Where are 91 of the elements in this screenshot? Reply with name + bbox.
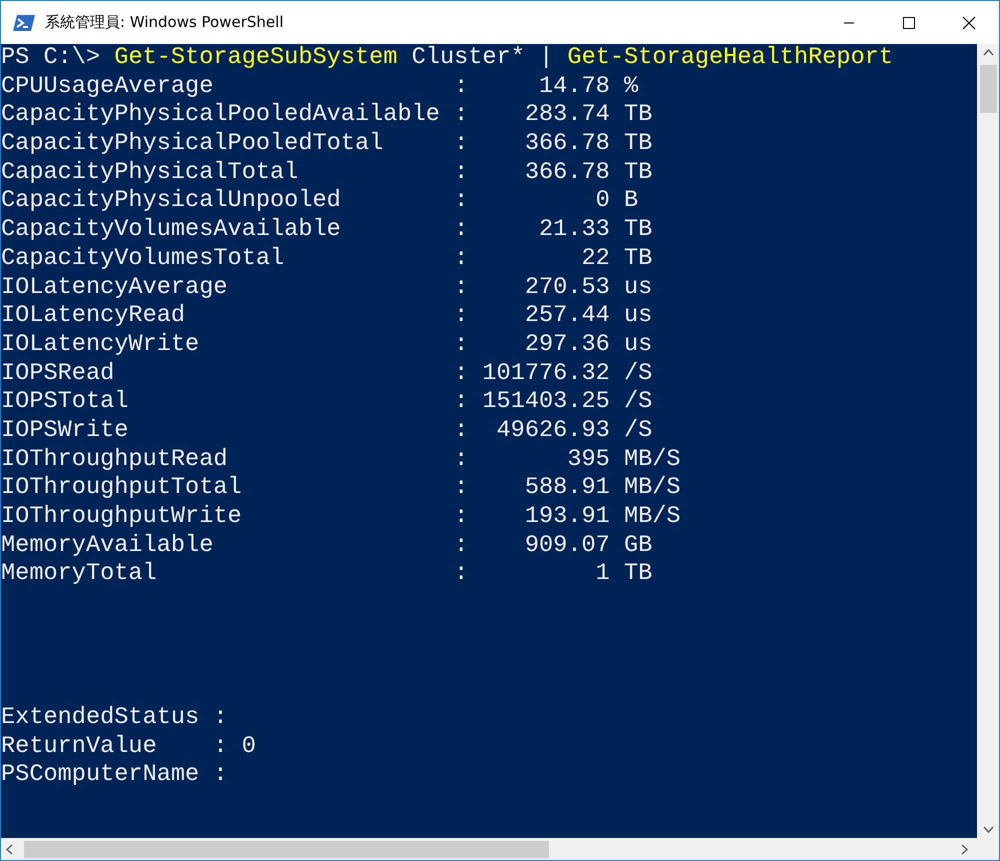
command-token: Get-StorageSubSystem [114, 44, 398, 73]
property-value: 22 [580, 244, 610, 274]
colon: : [454, 302, 470, 331]
property-name: IOPSRead [1, 360, 116, 388]
property-name: CapacityVolumesAvailable [1, 216, 342, 245]
property-name: CapacityVolumesTotal [1, 244, 286, 274]
property-name: CapacityPhysicalTotal [1, 158, 300, 188]
scrollbar-thumb[interactable] [980, 65, 996, 113]
property-name: IOPSWrite [1, 416, 130, 446]
unit: us [624, 274, 652, 302]
unit: GB [624, 532, 652, 560]
colon: : [454, 360, 470, 388]
unit: TB [624, 216, 652, 245]
unit: TB [624, 101, 652, 130]
colon: : [454, 101, 470, 130]
unit: TB [624, 560, 652, 590]
property-name: IOPSTotal [1, 388, 130, 417]
property-value: 49626.93 [496, 416, 610, 446]
property-name: CapacityPhysicalPooledAvailable [1, 101, 441, 130]
unit: MB/S [624, 446, 681, 474]
colon: : [213, 761, 229, 790]
property-value: 588.91 [524, 474, 610, 504]
property-value: 366.78 [524, 130, 610, 159]
colon: : [454, 446, 470, 474]
command-token: | [539, 44, 554, 73]
scrollbar-thumb[interactable] [24, 840, 549, 858]
property-name: ExtendedStatus [1, 704, 200, 733]
property-name: IOLatencyWrite [1, 330, 200, 360]
property-value: 395 [566, 446, 610, 474]
prompt: PS C:\> [1, 44, 102, 73]
colon: : [454, 388, 470, 417]
colon: : [454, 274, 470, 302]
property-value: 297.36 [524, 330, 610, 360]
property-value: 14.78 [538, 72, 610, 102]
unit: /S [624, 360, 652, 388]
colon: : [454, 532, 470, 560]
maximize-icon [902, 16, 916, 30]
command-token: Get-StorageHealthReport [567, 44, 894, 73]
property-name: PSComputerName [1, 761, 200, 790]
command-token: Cluster* [412, 44, 526, 73]
unit: MB/S [624, 503, 681, 532]
colon: : [454, 216, 470, 245]
unit: /S [624, 388, 652, 417]
property-value: 366.78 [524, 158, 610, 188]
property-name: CPUUsageAverage [1, 72, 214, 102]
unit: us [624, 302, 652, 331]
colon: : [454, 187, 470, 216]
colon: : [454, 158, 470, 188]
property-value: 101776.32 [482, 360, 610, 388]
property-name: CapacityPhysicalUnpooled [1, 187, 342, 216]
property-name: MemoryAvailable [1, 532, 214, 560]
property-value: 0 [242, 732, 256, 762]
property-name: MemoryTotal [1, 560, 158, 590]
property-name: ReturnValue [1, 732, 158, 762]
close-icon [962, 16, 976, 30]
colon: : [454, 474, 470, 504]
property-value: 21.33 [538, 216, 610, 245]
colon: : [454, 560, 470, 590]
property-name: IOLatencyRead [1, 302, 186, 331]
colon: : [454, 72, 470, 102]
property-value: 283.74 [524, 101, 610, 130]
vertical-scrollbar[interactable] [977, 44, 999, 838]
property-value: 909.07 [524, 532, 610, 560]
unit: TB [624, 130, 652, 159]
window-title: 系統管理員: Windows PowerShell [45, 13, 284, 32]
property-value: 270.53 [524, 274, 610, 302]
powershell-icon [13, 14, 35, 32]
property-value: 151403.25 [482, 388, 610, 417]
property-name: IOThroughputTotal [1, 474, 243, 504]
unit: MB/S [624, 474, 681, 504]
unit: us [624, 330, 652, 360]
property-name: IOLatencyAverage [1, 274, 229, 302]
property-value: 257.44 [524, 302, 610, 331]
colon: : [454, 244, 470, 274]
unit: TB [624, 244, 652, 274]
colon: : [454, 330, 470, 360]
unit: /S [624, 416, 652, 446]
unit: TB [624, 158, 652, 188]
colon: : [213, 704, 229, 733]
unit: % [624, 72, 638, 102]
property-name: IOThroughputRead [1, 446, 229, 474]
property-value: 193.91 [524, 503, 610, 532]
property-name: IOThroughputWrite [1, 503, 243, 532]
unit: B [624, 187, 638, 216]
colon: : [454, 503, 470, 532]
property-name: CapacityPhysicalPooledTotal [1, 130, 384, 159]
colon: : [213, 732, 229, 762]
property-value: 1 [594, 560, 610, 590]
colon: : [454, 130, 470, 159]
property-value: 0 [594, 187, 610, 216]
colon: : [454, 416, 470, 446]
